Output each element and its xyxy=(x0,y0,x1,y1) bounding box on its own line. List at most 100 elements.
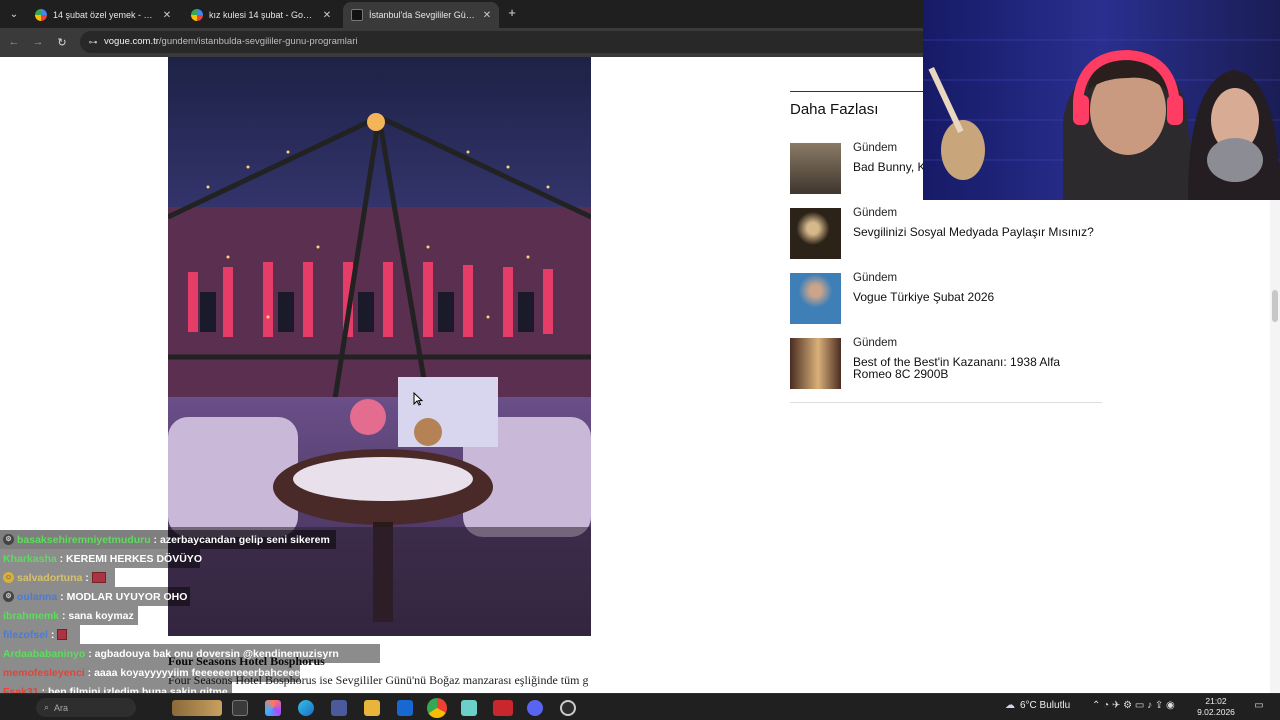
coin-badge-icon: ☺ xyxy=(3,572,14,583)
chat-username[interactable]: Kharkasha xyxy=(3,553,57,565)
article-category: Gündem xyxy=(853,142,898,154)
scrollbar-thumb[interactable] xyxy=(1272,290,1278,322)
obs-icon[interactable] xyxy=(560,700,576,716)
article-headline[interactable]: Vogue Türkiye Şubat 2026 xyxy=(853,291,1098,303)
streaming-app-icon[interactable] xyxy=(493,700,513,716)
store-icon[interactable] xyxy=(331,700,347,716)
weather-widget[interactable]: ☁ 6°C Bulutlu xyxy=(1005,700,1070,711)
article-category: Gündem xyxy=(853,337,898,349)
page-scrollbar[interactable]: ▲ ▼ xyxy=(1270,114,1280,693)
webcam-overlay xyxy=(923,0,1280,200)
chat-username[interactable]: filezofsel xyxy=(3,629,48,641)
chat-message: memofesleyenci : aaaa koyayyyyyiim feeee… xyxy=(0,663,300,682)
chat-message: ibrahmemk : sana koymaz xyxy=(0,606,138,625)
chat-message: ⚙ oulanna : MODLAR UYUYOR OHO xyxy=(0,587,190,606)
chat-username[interactable]: Ardaababaninyo xyxy=(3,648,85,660)
chat-message: ☺ salvadortuna : xyxy=(0,568,115,587)
search-icon: ⌕ xyxy=(44,702,50,712)
url-path: /gundem/istanbulda-sevgililer-gunu-progr… xyxy=(158,36,358,47)
chat-message: ⚙ basaksehiremniyetmuduru : azerbaycanda… xyxy=(0,530,336,549)
google-icon xyxy=(35,9,47,21)
more-section-title: Daha Fazlası xyxy=(790,101,879,118)
cloud-icon: ☁ xyxy=(1005,700,1015,711)
list-item[interactable]: Gündem Sevgilinizi Sosyal Medyada Paylaş… xyxy=(790,204,1102,269)
site-info-icon[interactable]: ⊶ xyxy=(87,36,99,48)
chat-message: filezofsel : xyxy=(0,625,80,644)
gear-badge-icon: ⚙ xyxy=(3,534,14,545)
weather-text: 6°C Bulutlu xyxy=(1020,700,1071,711)
chat-username[interactable]: basaksehiremniyetmuduru xyxy=(17,534,151,546)
edge-icon[interactable] xyxy=(298,700,314,716)
chat-separator: : xyxy=(59,609,69,622)
address-bar[interactable]: ⊶ vogue.com.tr/gundem/istanbulda-sevgili… xyxy=(80,31,940,53)
back-button[interactable]: ← xyxy=(6,34,22,50)
chat-text: azerbaycandan gelip seni sikerem xyxy=(159,533,330,546)
gear-badge-icon: ⚙ xyxy=(3,591,14,602)
url-text: vogue.com.tr/gundem/istanbulda-sevgilile… xyxy=(104,36,357,47)
chat-username[interactable]: memofesleyenci xyxy=(3,667,85,679)
app-icon[interactable] xyxy=(461,700,477,716)
article-thumbnail[interactable] xyxy=(790,273,841,324)
stream-chat-overlay: ⚙ basaksehiremniyetmuduru : azerbaycanda… xyxy=(0,530,380,720)
search-placeholder: Ara xyxy=(54,702,69,713)
article-category: Gündem xyxy=(853,272,898,284)
list-item[interactable]: Gündem Vogue Türkiye Şubat 2026 xyxy=(790,269,1102,334)
article-category: Gündem xyxy=(853,207,898,219)
outlook-icon[interactable] xyxy=(397,700,413,716)
vogue-icon xyxy=(351,9,363,21)
chat-text: sana koymaz xyxy=(68,609,134,622)
system-tray-icons[interactable]: ⌃ ◔ ✈ ⚙ ▭ ♪ ⇪ ◉ xyxy=(1092,700,1175,711)
chat-emote-icon xyxy=(91,572,106,583)
widgets-icon[interactable] xyxy=(172,700,222,716)
chat-separator: : xyxy=(84,666,95,679)
taskbar-search-box[interactable]: ⌕ Ara xyxy=(36,698,136,717)
list-item[interactable]: Gündem Best of the Best'in Kazananı: 193… xyxy=(790,334,1102,399)
chat-text: KEREMI HERKES DÖVÜYO xyxy=(66,552,202,565)
tab-title: kız kulesi 14 şubat - Google'da xyxy=(209,10,317,20)
section-divider xyxy=(790,91,930,92)
chat-emote-icon xyxy=(57,629,68,640)
mouse-cursor-icon xyxy=(413,392,423,406)
chat-message: Kharkasha : KEREMI HERKES DÖVÜYO xyxy=(0,549,202,568)
new-tab-button[interactable]: + xyxy=(505,6,519,20)
taskbar-clock[interactable]: 21:02 9.02.2026 xyxy=(1196,696,1236,718)
forward-button[interactable]: → xyxy=(30,34,46,50)
chat-username[interactable]: oulanna xyxy=(17,591,57,603)
chat-message: Ardaababaninyo : agbadouya bak onu dover… xyxy=(0,644,380,663)
chat-separator: : xyxy=(82,571,89,584)
tab-kiz-kulesi[interactable]: kız kulesi 14 şubat - Google'da ✕ xyxy=(183,2,339,28)
chat-text: aaaa koyayyyyyiim feeeeeeneeerbahceee xyxy=(94,666,301,679)
clock-date: 9.02.2026 xyxy=(1197,707,1235,717)
close-icon[interactable]: ✕ xyxy=(321,10,333,21)
chat-text: agbadouya bak onu doversin @kendinemuzis… xyxy=(94,647,339,660)
tab-search-button[interactable]: ⌄ xyxy=(4,4,24,24)
copilot-icon[interactable] xyxy=(265,700,281,716)
article-headline[interactable]: Best of the Best'in Kazananı: 1938 Alfa … xyxy=(853,356,1098,380)
discord-icon[interactable] xyxy=(527,700,543,716)
close-icon[interactable]: ✕ xyxy=(481,10,493,21)
chat-username[interactable]: salvadortuna xyxy=(17,572,82,584)
chat-username[interactable]: ibrahmemk xyxy=(3,610,59,622)
article-headline[interactable]: Sevgilinizi Sosyal Medyada Paylaşır Mısı… xyxy=(853,226,1098,238)
article-thumbnail[interactable] xyxy=(790,208,841,259)
notification-icon[interactable]: ▭ xyxy=(1252,700,1266,714)
tab-ozel-yemek[interactable]: 14 şubat özel yemek - Google'd ✕ xyxy=(27,2,179,28)
chat-separator: : xyxy=(57,590,67,603)
article-thumbnail[interactable] xyxy=(790,338,841,389)
file-explorer-icon[interactable] xyxy=(364,700,380,716)
chrome-icon[interactable] xyxy=(427,698,447,718)
task-view-icon[interactable] xyxy=(232,700,248,716)
chat-text: MODLAR UYUYOR OHO xyxy=(66,590,188,603)
clock-time: 21:02 xyxy=(1205,696,1227,706)
chat-separator: : xyxy=(56,552,67,565)
chat-separator: : xyxy=(150,533,160,546)
tab-vogue-active[interactable]: İstanbul'da Sevgililer Günü Pro ✕ xyxy=(343,2,499,28)
list-bottom-divider xyxy=(790,402,1102,403)
reload-button[interactable]: ↻ xyxy=(54,34,70,50)
url-host: vogue.com.tr xyxy=(104,36,159,47)
google-icon xyxy=(191,9,203,21)
article-thumbnail[interactable] xyxy=(790,143,841,194)
close-icon[interactable]: ✕ xyxy=(161,10,173,21)
tab-title: 14 şubat özel yemek - Google'd xyxy=(53,10,157,20)
chat-separator: : xyxy=(47,628,55,641)
